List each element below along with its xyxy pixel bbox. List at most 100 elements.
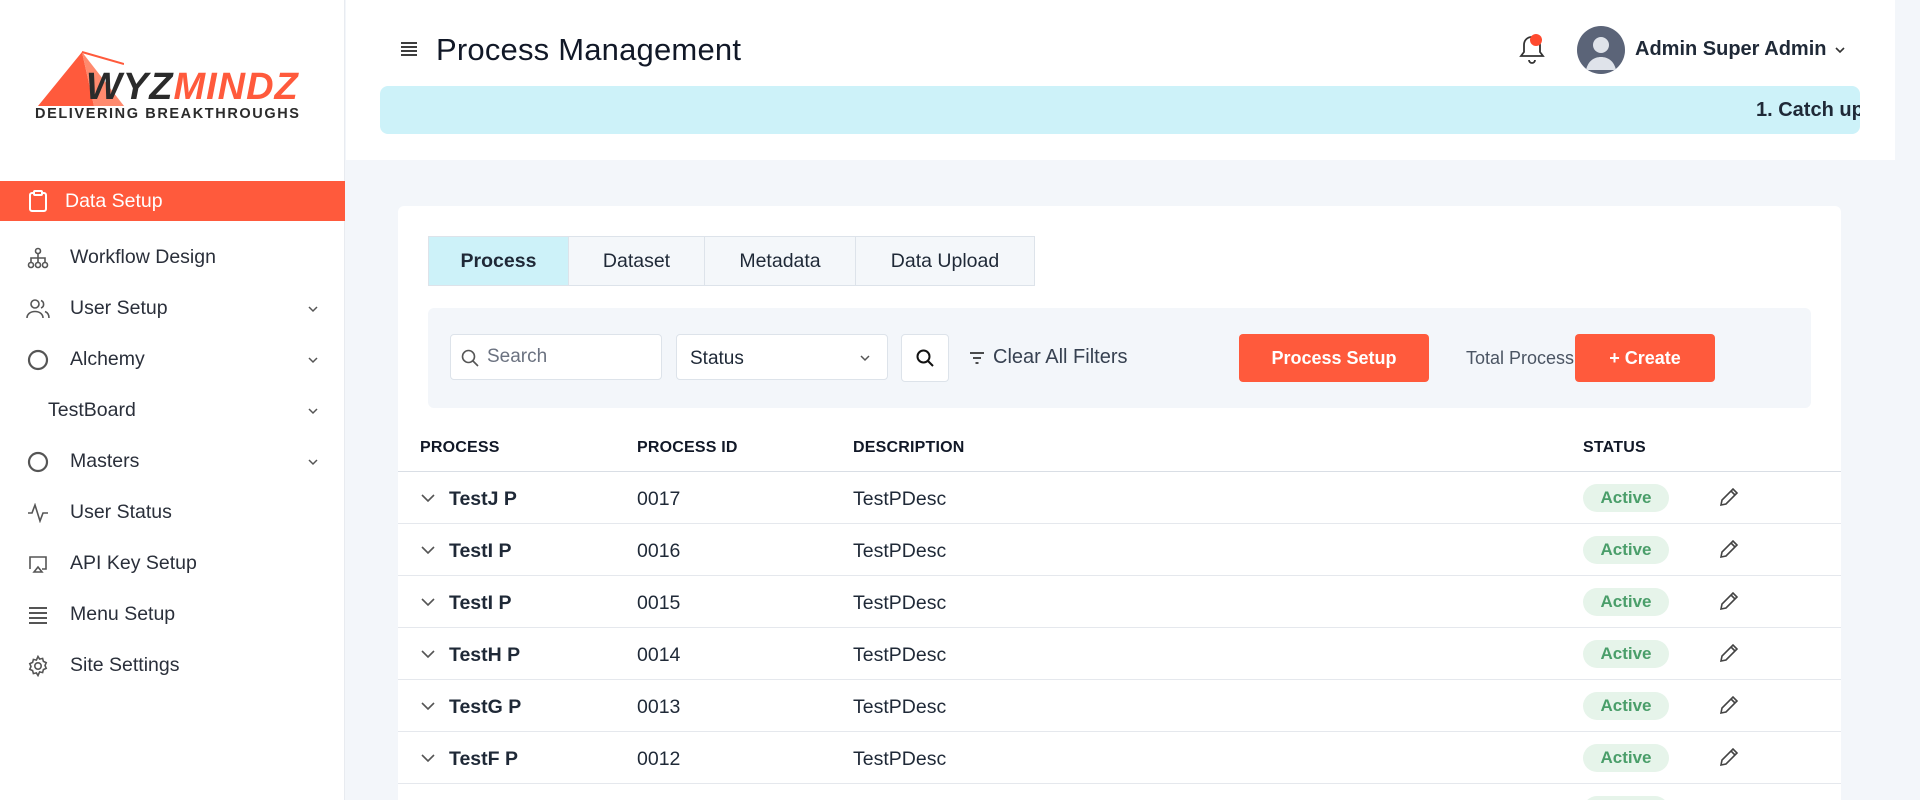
table-row[interactable]: TestI P 0016 TestPDesc Active xyxy=(398,524,1841,576)
user-name[interactable]: Admin Super Admin xyxy=(1635,38,1826,61)
chevron-down-icon[interactable] xyxy=(420,545,436,555)
search-button[interactable] xyxy=(901,334,949,382)
edit-pencil-icon[interactable] xyxy=(1717,745,1741,769)
column-header-description[interactable]: DESCRIPTION xyxy=(853,439,965,457)
process-name: TestF P xyxy=(449,748,518,770)
list-icon xyxy=(26,603,50,627)
chevron-down-icon[interactable] xyxy=(420,597,436,607)
brand-name: WYZMINDZ xyxy=(86,66,299,108)
column-header-process[interactable]: PROCESS xyxy=(420,439,500,457)
status-badge: Active xyxy=(1583,640,1669,668)
edit-pencil-icon[interactable] xyxy=(1717,693,1741,717)
chevron-down-icon xyxy=(308,356,318,363)
process-description: TestPDesc xyxy=(853,488,947,510)
gear-icon xyxy=(26,654,50,678)
table-row[interactable]: TestI P 0015 TestPDesc Active xyxy=(398,576,1841,628)
hamburger-menu-icon[interactable] xyxy=(400,41,418,57)
hierarchy-icon xyxy=(26,246,50,270)
edit-pencil-icon[interactable] xyxy=(1717,641,1741,665)
process-setup-button[interactable]: Process Setup xyxy=(1239,334,1429,382)
avatar[interactable] xyxy=(1577,26,1625,74)
process-name: TestG P xyxy=(449,696,522,718)
process-table: PROCESS PROCESS ID DESCRIPTION STATUS Te… xyxy=(398,422,1841,800)
table-row[interactable]: TestG P 0013 TestPDesc Active xyxy=(398,680,1841,732)
sidebar: WYZMINDZ DELIVERING BREAKTHROUGHS Data S… xyxy=(0,0,345,800)
status-badge: Active xyxy=(1583,692,1669,720)
table-row[interactable]: TestF P 0012 TestPDesc Active xyxy=(398,732,1841,784)
activity-icon xyxy=(26,501,50,525)
search-box xyxy=(450,334,662,380)
edit-pencil-icon[interactable] xyxy=(1717,485,1741,509)
circle-icon xyxy=(26,348,50,372)
sidebar-item-label: Menu Setup xyxy=(70,603,176,625)
brand-logo[interactable]: WYZMINDZ DELIVERING BREAKTHROUGHS xyxy=(34,48,314,128)
sidebar-item-masters[interactable]: Masters xyxy=(0,436,345,487)
sidebar-item-api-key-setup[interactable]: API Key Setup xyxy=(0,538,345,589)
process-id: 0012 xyxy=(637,748,681,770)
brand-tagline: DELIVERING BREAKTHROUGHS xyxy=(35,106,301,122)
chevron-down-icon xyxy=(308,305,318,312)
search-icon xyxy=(916,349,934,367)
process-name: TestH P xyxy=(449,644,521,666)
chevron-down-icon[interactable] xyxy=(420,753,436,763)
chevron-down-icon[interactable] xyxy=(420,649,436,659)
table-header: PROCESS PROCESS ID DESCRIPTION STATUS xyxy=(398,422,1841,472)
status-select-value: Status xyxy=(690,348,744,369)
table-row[interactable]: TestH P 0014 TestPDesc Active xyxy=(398,628,1841,680)
process-name: TestI P xyxy=(449,540,512,562)
cast-icon xyxy=(26,552,50,576)
sidebar-item-label: Masters xyxy=(70,450,140,472)
chevron-down-icon xyxy=(860,355,870,362)
edit-pencil-icon[interactable] xyxy=(1717,589,1741,613)
sidebar-item-user-setup[interactable]: User Setup xyxy=(0,283,345,334)
sidebar-item-testboard[interactable]: TestBoard xyxy=(0,385,345,436)
status-badge: Active xyxy=(1583,744,1669,772)
announcement-ticker: 1. Catch up xyxy=(380,86,1860,134)
sidebar-item-user-status[interactable]: User Status xyxy=(0,487,345,538)
create-button[interactable]: + Create xyxy=(1575,334,1715,382)
process-id: 0015 xyxy=(637,592,681,614)
status-badge: Active xyxy=(1583,536,1669,564)
column-header-status[interactable]: STATUS xyxy=(1583,439,1646,457)
sidebar-item-alchemy[interactable]: Alchemy xyxy=(0,334,345,385)
table-row[interactable]: TestE P0011TestPDescActive xyxy=(398,784,1841,800)
clipboard-icon xyxy=(26,189,50,213)
sidebar-item-label: Alchemy xyxy=(70,348,145,370)
column-header-process-id[interactable]: PROCESS ID xyxy=(637,439,738,457)
filter-bar: Status Clear All Filters Process Setup T… xyxy=(428,308,1811,408)
process-description: TestPDesc xyxy=(853,644,947,666)
process-id: 0013 xyxy=(637,696,681,718)
process-id: 0017 xyxy=(637,488,681,510)
sidebar-item-workflow-design[interactable]: Workflow Design xyxy=(0,232,345,283)
content-card: Process Dataset Metadata Data Upload Sta… xyxy=(398,206,1841,800)
sidebar-item-label: Data Setup xyxy=(65,189,163,212)
search-icon xyxy=(461,349,479,367)
tab-metadata[interactable]: Metadata xyxy=(705,237,856,285)
sidebar-item-menu-setup[interactable]: Menu Setup xyxy=(0,589,345,640)
process-id: 0016 xyxy=(637,540,681,562)
status-badge: Active xyxy=(1583,588,1669,616)
tab-dataset[interactable]: Dataset xyxy=(569,237,705,285)
tab-data-upload[interactable]: Data Upload xyxy=(856,237,1034,285)
sidebar-nav: Data Setup Workflow Design User Setup Al… xyxy=(0,181,345,691)
clear-all-filters-button[interactable]: Clear All Filters xyxy=(969,346,1127,369)
ticker-text: 1. Catch up xyxy=(1756,99,1860,121)
status-select[interactable]: Status xyxy=(676,334,888,380)
search-input[interactable] xyxy=(487,335,657,379)
process-name: TestI P xyxy=(449,592,512,614)
circle-icon xyxy=(26,450,50,474)
sidebar-item-label: API Key Setup xyxy=(70,552,197,574)
chevron-down-icon[interactable] xyxy=(1834,45,1846,55)
chevron-down-icon[interactable] xyxy=(420,493,436,503)
table-row[interactable]: TestJ P 0017 TestPDesc Active xyxy=(398,472,1841,524)
sidebar-item-label: User Setup xyxy=(70,297,168,319)
sidebar-item-site-settings[interactable]: Site Settings xyxy=(0,640,345,691)
tab-process[interactable]: Process xyxy=(429,237,569,285)
sidebar-item-data-setup[interactable]: Data Setup xyxy=(0,181,345,221)
chevron-down-icon[interactable] xyxy=(420,701,436,711)
chevron-down-icon xyxy=(308,407,318,414)
edit-pencil-icon[interactable] xyxy=(1717,537,1741,561)
notification-dot xyxy=(1530,34,1542,46)
sidebar-item-label: User Status xyxy=(70,501,172,523)
sidebar-item-label: Workflow Design xyxy=(70,246,216,268)
